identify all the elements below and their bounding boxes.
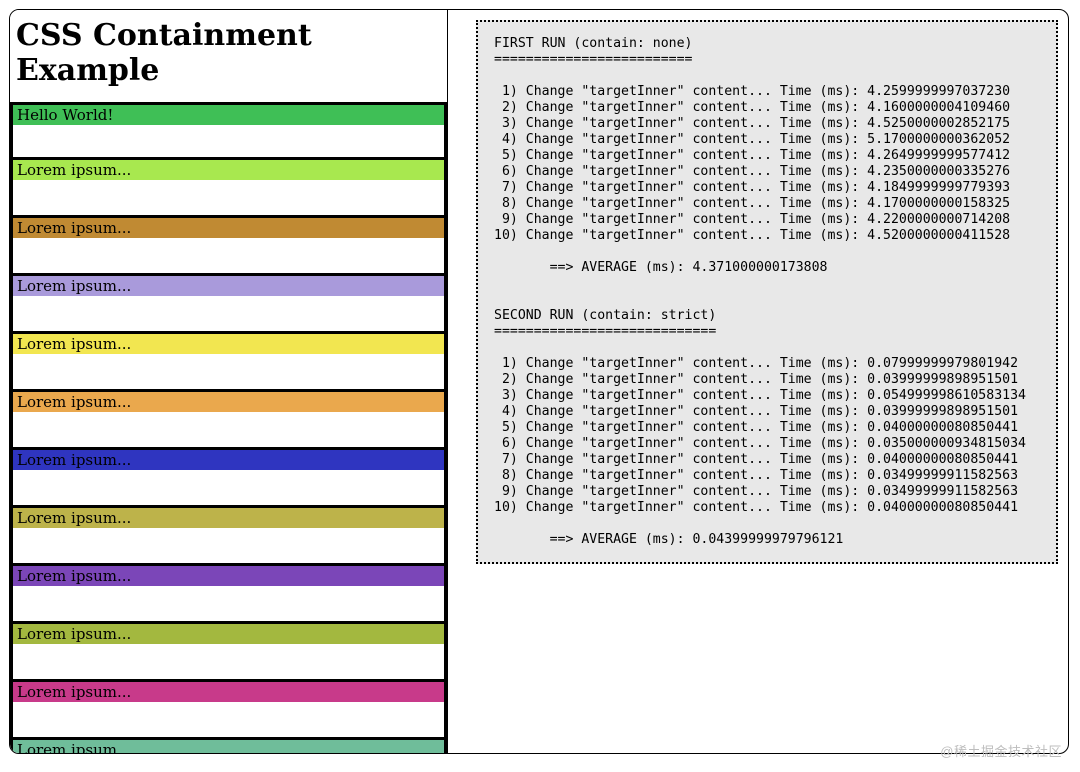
list-item: Lorem ipsum... — [10, 450, 447, 508]
console-panel: FIRST RUN (contain: none) ==============… — [448, 10, 1068, 753]
list-item: Lorem ipsum... — [10, 160, 447, 218]
list-item: Lorem ipsum... — [10, 508, 447, 566]
watermark: @稀土掘金技术社区 — [940, 741, 1062, 760]
list-item: Lorem ipsum... — [10, 334, 447, 392]
row-header: Lorem ipsum... — [13, 392, 444, 412]
row-header: Lorem ipsum... — [13, 508, 444, 528]
console-output: FIRST RUN (contain: none) ==============… — [476, 20, 1058, 564]
list-item: Lorem ipsum... — [10, 624, 447, 682]
row-header: Lorem ipsum... — [13, 566, 444, 586]
page-title: CSS Containment Example — [10, 10, 447, 102]
row-header: Lorem ipsum... — [13, 450, 444, 470]
row-header: Lorem ipsum... — [13, 624, 444, 644]
list-item: Lorem ipsum... — [10, 218, 447, 276]
row-list: Hello World! Lorem ipsum... Lorem ipsum...… — [10, 102, 447, 753]
row-header: Lorem ipsum... — [13, 276, 444, 296]
row-header: Hello World! — [13, 105, 444, 125]
list-item: Lorem ipsum... — [10, 740, 447, 753]
row-header: Lorem ipsum... — [13, 740, 444, 753]
list-item: Lorem ipsum... — [10, 682, 447, 740]
row-header: Lorem ipsum... — [13, 160, 444, 180]
app-frame: CSS Containment Example Hello World! Lore… — [9, 9, 1069, 754]
list-item: Hello World! — [10, 102, 447, 160]
list-item: Lorem ipsum... — [10, 392, 447, 450]
row-header: Lorem ipsum... — [13, 334, 444, 354]
list-item: Lorem ipsum... — [10, 276, 447, 334]
example-panel: CSS Containment Example Hello World! Lore… — [10, 10, 448, 753]
list-item: Lorem ipsum... — [10, 566, 447, 624]
row-header: Lorem ipsum... — [13, 682, 444, 702]
row-header: Lorem ipsum... — [13, 218, 444, 238]
